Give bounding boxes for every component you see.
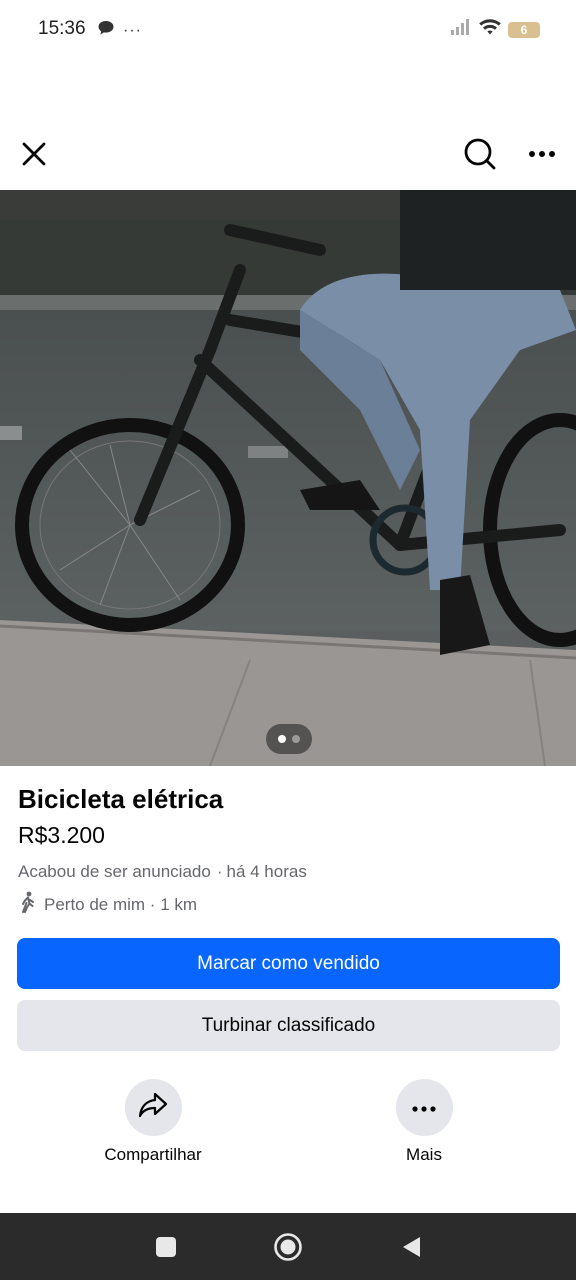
share-arrow-icon [138, 1091, 168, 1124]
more-dots-icon [412, 1099, 436, 1117]
listing-location: Perto de mim · 1 km [18, 891, 197, 918]
wifi-icon [478, 18, 502, 41]
share-action[interactable]: Compartilhar [83, 1079, 223, 1165]
search-icon[interactable] [458, 132, 502, 176]
home-icon[interactable] [272, 1231, 304, 1263]
bicycle-photo [0, 190, 576, 766]
listing-status: Acabou de ser anunciado [18, 862, 211, 881]
status-time: 15:36 [38, 18, 86, 39]
listing-meta: Acabou de ser anunciado · há 4 horas [18, 862, 307, 882]
chat-bubble-icon [97, 20, 115, 41]
listing-title: Bicicleta elétrica [18, 784, 224, 814]
share-button[interactable] [124, 1079, 182, 1136]
meta-separator: · [216, 862, 223, 881]
more-button[interactable] [395, 1079, 453, 1136]
status-right-icons: 6 [450, 18, 540, 41]
share-label: Compartilhar [104, 1145, 202, 1164]
walking-person-icon [18, 891, 38, 918]
recent-apps-icon[interactable] [150, 1231, 182, 1263]
listing-time-ago: há 4 horas [226, 862, 307, 881]
listing-price: R$3.200 [18, 822, 105, 848]
pager-dot-active [278, 735, 286, 743]
status-notification-icons: ··· [97, 20, 142, 41]
back-icon[interactable] [395, 1231, 427, 1263]
location-text: Perto de mim · 1 km [44, 894, 198, 914]
close-icon[interactable] [12, 132, 56, 176]
status-bar: 15:36 ··· 6 [0, 0, 576, 60]
more-action[interactable]: Mais [354, 1079, 494, 1165]
top-app-bar [0, 122, 576, 188]
more-label: Mais [406, 1145, 442, 1164]
mark-as-sold-button[interactable]: Marcar como vendido [17, 938, 560, 989]
photo-pager [266, 724, 312, 754]
signal-icon [450, 18, 472, 41]
battery-icon: 6 [508, 21, 540, 38]
more-horizontal-icon[interactable] [520, 132, 564, 176]
boost-listing-button[interactable]: Turbinar classificado [17, 1000, 560, 1051]
pager-dot [292, 735, 300, 743]
battery-level: 6 [520, 22, 528, 37]
more-notifications-glyph: ··· [123, 21, 142, 39]
listing-photo[interactable] [0, 190, 576, 766]
system-navigation-bar [0, 1213, 576, 1280]
